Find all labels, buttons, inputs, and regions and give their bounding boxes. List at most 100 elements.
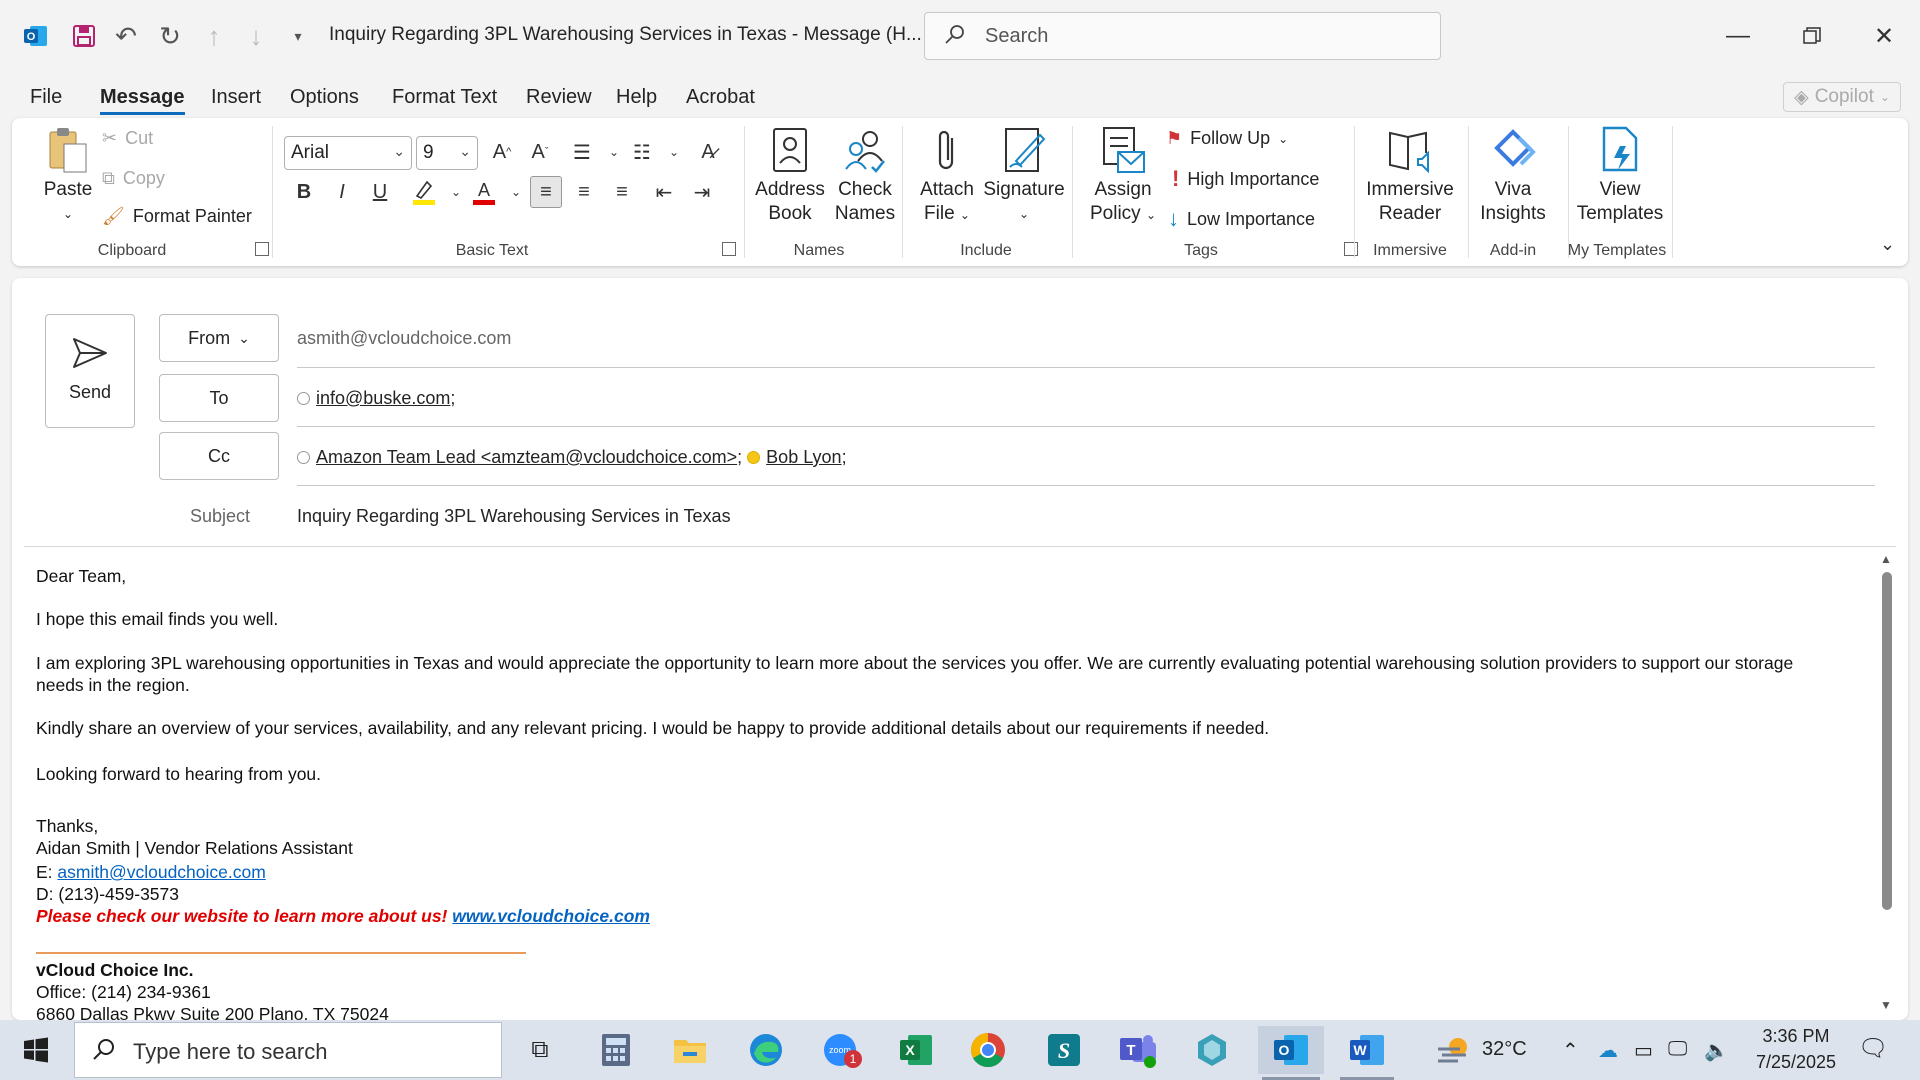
customize-toolbar-icon[interactable]: ▾ <box>280 18 316 54</box>
undo-icon[interactable]: ↶ <box>108 18 144 54</box>
paste-button[interactable]: Paste ⌄ <box>36 126 100 226</box>
website-link[interactable]: www.vcloudchoice.com <box>452 906 650 926</box>
chevron-down-icon[interactable]: ⌄ <box>658 136 690 168</box>
zoom-icon[interactable]: zoom 1 <box>816 1026 864 1074</box>
follow-up-button[interactable]: ⚑ Follow Up ⌄ <box>1166 128 1288 149</box>
weather-temperature[interactable]: 32°C <box>1482 1038 1527 1061</box>
chevron-up-icon[interactable]: ⌃ <box>1562 1038 1579 1063</box>
word-icon[interactable]: W <box>1336 1026 1398 1080</box>
tags-launcher-icon[interactable] <box>1344 242 1358 256</box>
weather-icon[interactable] <box>1430 1026 1478 1074</box>
close-button[interactable]: ✕ <box>1864 16 1904 56</box>
increase-indent-icon[interactable]: ⇥ <box>686 176 718 208</box>
align-center-icon[interactable]: ≡ <box>568 176 600 208</box>
next-item-icon[interactable]: ↓ <box>238 18 274 54</box>
tab-review[interactable]: Review <box>526 86 592 109</box>
styles-icon[interactable]: A̷ <box>692 136 724 168</box>
send-button[interactable]: Send <box>45 314 135 428</box>
chrome-icon[interactable] <box>964 1026 1012 1074</box>
address-book-button[interactable]: Address Book <box>752 126 828 226</box>
shrink-font-icon[interactable]: Aˇ <box>524 136 556 168</box>
cc-field[interactable]: Amazon Team Lead <amzteam@vcloudchoice.c… <box>297 447 847 468</box>
restore-button[interactable] <box>1792 16 1832 56</box>
network-icon[interactable]: 🖵 <box>1668 1038 1687 1061</box>
collapse-ribbon-icon[interactable]: ⌄ <box>1880 234 1895 255</box>
font-color-icon[interactable]: A <box>468 176 500 208</box>
redo-icon[interactable]: ↻ <box>152 18 188 54</box>
task-view-icon[interactable]: ⧉ <box>516 1026 564 1074</box>
onedrive-icon[interactable]: ☁ <box>1598 1038 1618 1063</box>
align-left-icon[interactable]: ≡ <box>530 176 562 208</box>
calculator-icon[interactable] <box>592 1026 640 1074</box>
signature-label: Signature <box>983 179 1065 200</box>
attach-file-button[interactable]: Attach File ⌄ <box>912 126 982 227</box>
body-scrollbar[interactable]: ▲ ▼ <box>1880 552 1892 1014</box>
basic-text-launcher-icon[interactable] <box>722 242 736 256</box>
underline-button[interactable]: U <box>364 176 396 208</box>
from-button[interactable]: From ⌄ <box>159 314 279 362</box>
app-hexagon-icon[interactable] <box>1188 1026 1236 1074</box>
clock-time[interactable]: 3:36 PM <box>1754 1026 1838 1047</box>
italic-button[interactable]: I <box>326 176 358 208</box>
cut-button[interactable]: ✂ Cut <box>102 128 153 149</box>
edge-icon[interactable] <box>742 1026 790 1074</box>
search-input[interactable]: Search <box>924 12 1441 60</box>
teams-icon[interactable]: T <box>1114 1026 1162 1074</box>
tab-help[interactable]: Help <box>616 86 657 109</box>
scroll-up-icon[interactable]: ▲ <box>1880 552 1892 566</box>
signature-button[interactable]: Signature ⌄ <box>982 126 1066 226</box>
windows-start-icon[interactable] <box>12 1026 60 1074</box>
notifications-icon[interactable]: 🗨 <box>1858 1034 1888 1063</box>
cc-recipient[interactable]: Bob Lyon <box>766 447 841 467</box>
battery-icon[interactable]: ▭ <box>1634 1038 1653 1063</box>
align-right-icon[interactable]: ≡ <box>606 176 638 208</box>
cc-recipient[interactable]: Amazon Team Lead <amzteam@vcloudchoice.c… <box>316 447 737 467</box>
clipboard-group-label: Clipboard <box>97 242 167 259</box>
previous-item-icon[interactable]: ↑ <box>196 18 232 54</box>
scroll-down-icon[interactable]: ▼ <box>1880 998 1892 1012</box>
sway-icon[interactable]: S <box>1040 1026 1088 1074</box>
grow-font-icon[interactable]: A ^ <box>486 136 518 168</box>
copy-button[interactable]: ⧉ Copy <box>102 168 165 189</box>
highlight-icon[interactable] <box>408 176 440 208</box>
excel-icon[interactable]: X <box>892 1026 940 1074</box>
scroll-thumb[interactable] <box>1882 572 1892 910</box>
chevron-down-icon[interactable]: ⌄ <box>500 176 532 208</box>
immersive-reader-button[interactable]: Immersive Reader <box>1364 126 1456 226</box>
assign-policy-button[interactable]: Assign Policy ⌄ <box>1086 126 1160 227</box>
volume-icon[interactable]: 🔈 <box>1704 1038 1729 1063</box>
subject-input[interactable]: Inquiry Regarding 3PL Warehousing Servic… <box>297 506 731 527</box>
tab-options[interactable]: Options <box>290 86 359 109</box>
copilot-button[interactable]: ◈ Copilot ⌄ <box>1783 82 1901 112</box>
to-field[interactable]: info@buske.com; <box>297 388 455 409</box>
numbering-icon[interactable]: ☷ <box>626 136 658 168</box>
file-explorer-icon[interactable] <box>666 1026 714 1074</box>
bold-button[interactable]: B <box>288 176 320 208</box>
to-button[interactable]: To <box>159 374 279 422</box>
view-templates-button[interactable]: View Templates <box>1572 126 1668 226</box>
signature-email-link[interactable]: asmith@vcloudchoice.com <box>57 862 265 882</box>
bullets-icon[interactable]: ☰ <box>566 136 598 168</box>
cc-button[interactable]: Cc <box>159 432 279 480</box>
viva-insights-button[interactable]: Viva Insights <box>1478 126 1548 226</box>
outlook-taskbar-icon[interactable]: O <box>1258 1026 1324 1080</box>
minimize-button[interactable]: — <box>1718 16 1758 56</box>
tab-insert[interactable]: Insert <box>211 86 261 109</box>
presence-icon <box>297 451 310 464</box>
font-size-select[interactable]: 9 ⌄ <box>416 136 478 170</box>
decrease-indent-icon[interactable]: ⇤ <box>648 176 680 208</box>
tab-message[interactable]: Message <box>100 86 185 115</box>
check-names-button[interactable]: Check Names <box>830 126 900 226</box>
to-recipient[interactable]: info@buske.com <box>316 388 450 408</box>
tab-acrobat[interactable]: Acrobat <box>686 86 755 109</box>
tab-format-text[interactable]: Format Text <box>392 86 497 109</box>
tab-file[interactable]: File <box>30 86 62 109</box>
font-name-select[interactable]: Arial ⌄ <box>284 136 412 170</box>
high-importance-button[interactable]: ! High Importance <box>1172 166 1319 192</box>
save-icon[interactable] <box>66 18 102 54</box>
format-painter-button[interactable]: 🖌 Format Painter <box>102 206 252 227</box>
clipboard-launcher-icon[interactable] <box>255 242 269 256</box>
clock-date[interactable]: 7/25/2025 <box>1744 1052 1848 1073</box>
taskbar-search-input[interactable]: Type here to search <box>74 1022 502 1078</box>
low-importance-button[interactable]: ↓ Low Importance <box>1168 206 1315 232</box>
